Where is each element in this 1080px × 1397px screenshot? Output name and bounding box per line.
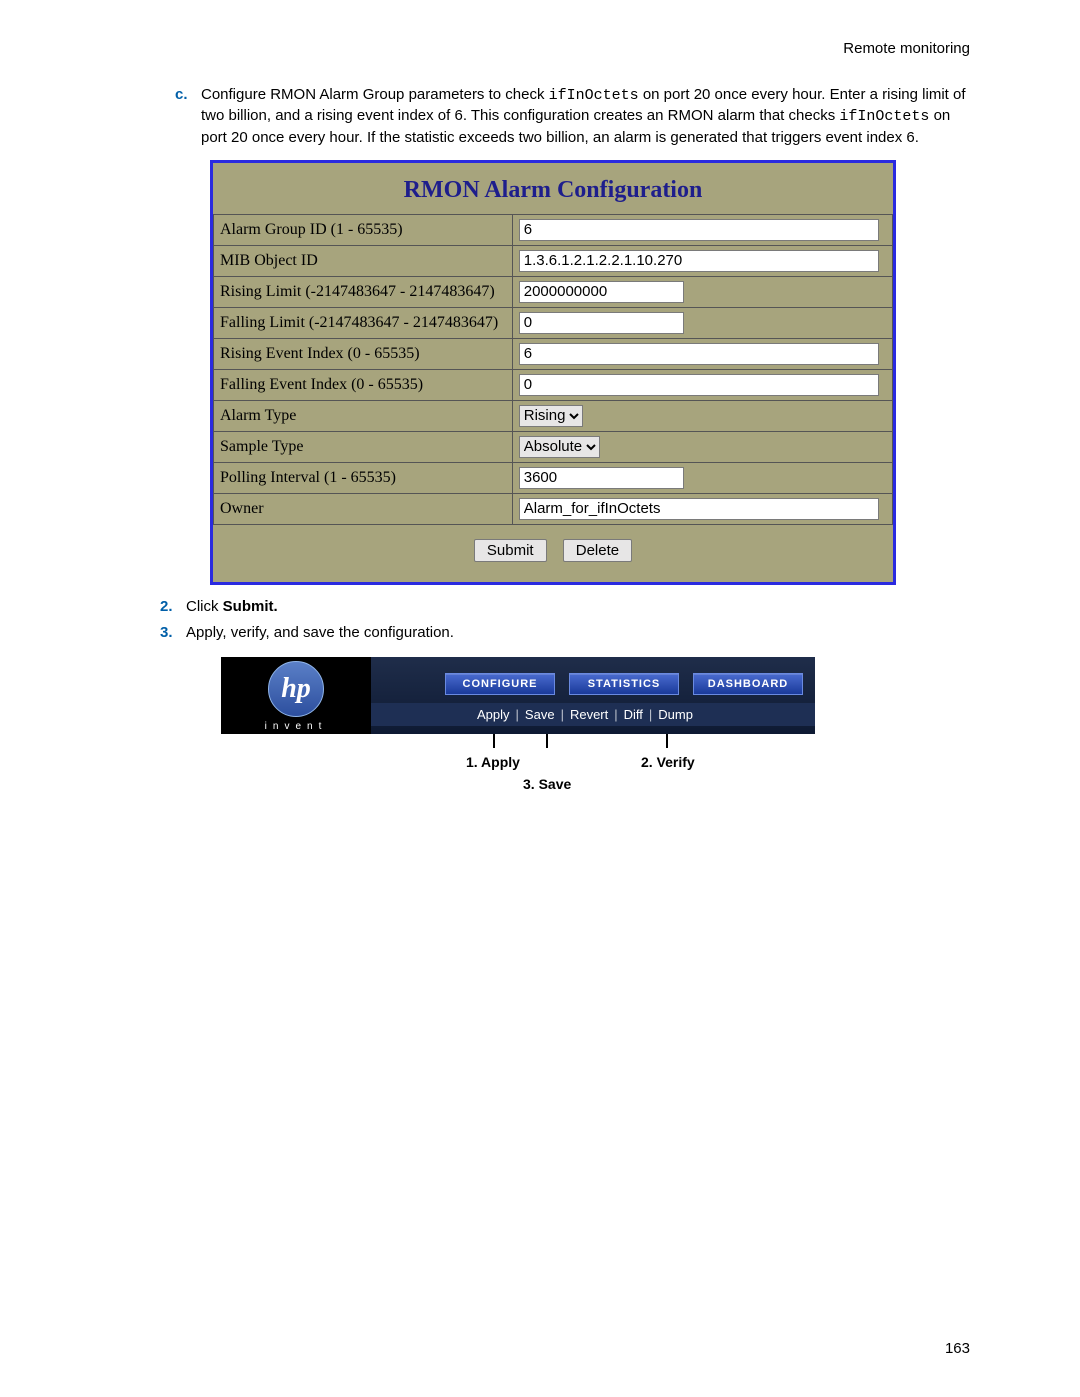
step-c: c. Configure RMON Alarm Group parameters… [110, 85, 970, 148]
link-dump[interactable]: Dump [652, 707, 699, 722]
hp-logo-text: hp [281, 673, 311, 705]
input-mib[interactable] [519, 250, 879, 272]
toolbar-top: hp invent CONFIGURE STATISTICS DASHBOARD… [221, 657, 815, 734]
leader-save [546, 734, 548, 748]
input-rising-index[interactable] [519, 343, 879, 365]
link-diff[interactable]: Diff [618, 707, 649, 722]
marker-2: 2. [160, 597, 186, 617]
config-button-row [213, 525, 893, 582]
label-owner: Owner [214, 493, 513, 524]
delete-button[interactable] [563, 539, 632, 562]
label-alarm-type: Alarm Type [214, 400, 513, 431]
rmon-config-panel: RMON Alarm Configuration Alarm Group ID … [210, 160, 896, 585]
tab-configure[interactable]: CONFIGURE [445, 673, 555, 695]
leader-diff [666, 734, 668, 748]
hp-logo-circle: hp [268, 661, 324, 717]
label-sample-type: Sample Type [214, 431, 513, 462]
toolbar-links: Apply| Save| Revert| Diff| Dump [371, 703, 815, 726]
label-falling-index: Falling Event Index (0 - 65535) [214, 369, 513, 400]
select-alarm-type[interactable]: Rising [519, 405, 583, 427]
step-c-body: Configure RMON Alarm Group parameters to… [201, 85, 970, 148]
label-row-1: 1. Apply 2. Verify [221, 754, 815, 776]
link-revert[interactable]: Revert [564, 707, 614, 722]
label-mib: MIB Object ID [214, 245, 513, 276]
label-rising-limit: Rising Limit (-2147483647 - 2147483647) [214, 276, 513, 307]
step-2-bold: Submit. [223, 598, 278, 615]
label-2-verify: 2. Verify [641, 754, 695, 770]
intro-1: Configure RMON Alarm Group parameters to… [201, 86, 549, 103]
step-2: 2. Click Submit. [110, 597, 970, 617]
label-1-apply: 1. Apply [466, 754, 520, 770]
page-header: Remote monitoring [110, 40, 970, 57]
select-sample-type[interactable]: Absolute [519, 436, 600, 458]
step-3-text: Apply, verify, and save the configuratio… [186, 623, 970, 643]
input-polling-interval[interactable] [519, 467, 684, 489]
link-save[interactable]: Save [519, 707, 561, 722]
label-rising-index: Rising Event Index (0 - 65535) [214, 338, 513, 369]
toolbar-screenshot: hp invent CONFIGURE STATISTICS DASHBOARD… [221, 657, 815, 798]
step-2-text: Click [186, 598, 223, 615]
input-rising-limit[interactable] [519, 281, 684, 303]
label-falling-limit: Falling Limit (-2147483647 - 2147483647) [214, 307, 513, 338]
input-falling-limit[interactable] [519, 312, 684, 334]
input-falling-index[interactable] [519, 374, 879, 396]
tab-dashboard[interactable]: DASHBOARD [693, 673, 803, 695]
page-number: 163 [945, 1340, 970, 1357]
input-owner[interactable] [519, 498, 879, 520]
input-alarm-group[interactable] [519, 219, 879, 241]
leader-lines [221, 734, 815, 754]
code-ifinoctets-2: ifInOctets [839, 108, 929, 125]
step-3: 3. Apply, verify, and save the configura… [110, 623, 970, 643]
config-title: RMON Alarm Configuration [213, 163, 893, 214]
marker-c: c. [175, 85, 201, 148]
config-table: Alarm Group ID (1 - 65535) MIB Object ID… [213, 214, 893, 525]
label-polling-interval: Polling Interval (1 - 65535) [214, 462, 513, 493]
submit-button[interactable] [474, 539, 547, 562]
toolbar-tabs: CONFIGURE STATISTICS DASHBOARD [371, 657, 815, 703]
label-alarm-group: Alarm Group ID (1 - 65535) [214, 214, 513, 245]
marker-3: 3. [160, 623, 186, 643]
toolbar-right: CONFIGURE STATISTICS DASHBOARD Apply| Sa… [371, 657, 815, 734]
tab-statistics[interactable]: STATISTICS [569, 673, 679, 695]
code-ifinoctets-1: ifInOctets [549, 87, 639, 104]
label-3-save: 3. Save [523, 776, 571, 792]
invent-text: invent [265, 721, 328, 732]
hp-logo: hp invent [221, 657, 371, 734]
label-row-2: 3. Save [221, 776, 815, 798]
link-apply[interactable]: Apply [471, 707, 516, 722]
leader-apply [493, 734, 495, 748]
